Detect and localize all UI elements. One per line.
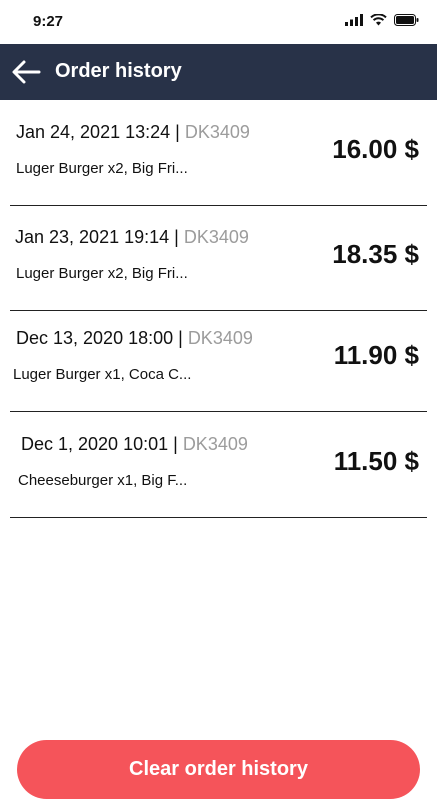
- order-row[interactable]: Dec 13, 2020 18:00 | DK3409 Luger Burger…: [10, 306, 427, 412]
- order-date-line: Jan 23, 2021 19:14 | DK3409: [15, 227, 249, 248]
- order-price: 11.90 $: [333, 340, 419, 370]
- back-button[interactable]: [10, 58, 42, 86]
- order-date: Jan 24, 2021 13:24: [16, 122, 171, 142]
- order-code: DK3409: [183, 227, 249, 247]
- order-date: Jan 23, 2021 19:14: [15, 227, 170, 247]
- status-time: 9:27: [33, 13, 64, 30]
- order-code: DK3409: [184, 122, 250, 142]
- signal-icon: [345, 14, 363, 26]
- order-separator: |: [168, 434, 183, 454]
- order-code: DK3409: [182, 434, 248, 454]
- order-price: 16.00 $: [332, 134, 419, 164]
- battery-icon: [394, 14, 419, 26]
- order-date: Dec 1, 2020 10:01: [21, 434, 169, 454]
- order-row[interactable]: Jan 23, 2021 19:14 | DK3409 Luger Burger…: [10, 205, 427, 311]
- header: Order history: [0, 44, 437, 100]
- wifi-icon: [370, 14, 387, 26]
- order-date: Dec 13, 2020 18:00: [16, 328, 174, 348]
- status-bar: 9:27: [0, 0, 437, 44]
- order-items: Luger Burger x2, Big Fri...: [16, 160, 188, 177]
- clear-history-button[interactable]: Clear order history: [17, 740, 420, 799]
- order-separator: |: [169, 227, 184, 247]
- order-date-line: Jan 24, 2021 13:24 | DK3409: [16, 122, 250, 143]
- order-separator: |: [170, 122, 185, 142]
- arrow-left-icon: [12, 60, 41, 84]
- order-items: Cheeseburger x1, Big F...: [18, 472, 188, 489]
- order-price: 11.50 $: [333, 446, 419, 476]
- order-price: 18.35 $: [332, 239, 419, 269]
- order-items: Luger Burger x1, Coca C...: [13, 366, 192, 383]
- order-row[interactable]: Dec 1, 2020 10:01 | DK3409 Cheeseburger …: [10, 412, 427, 518]
- order-separator: |: [173, 328, 188, 348]
- order-date-line: Dec 1, 2020 10:01 | DK3409: [21, 434, 248, 455]
- order-date-line: Dec 13, 2020 18:00 | DK3409: [16, 328, 253, 349]
- order-row[interactable]: Jan 24, 2021 13:24 | DK3409 Luger Burger…: [10, 100, 427, 206]
- page-title: Order history: [55, 60, 182, 82]
- order-items: Luger Burger x2, Big Fri...: [16, 265, 188, 282]
- status-icons: [345, 14, 419, 26]
- order-code: DK3409: [187, 328, 253, 348]
